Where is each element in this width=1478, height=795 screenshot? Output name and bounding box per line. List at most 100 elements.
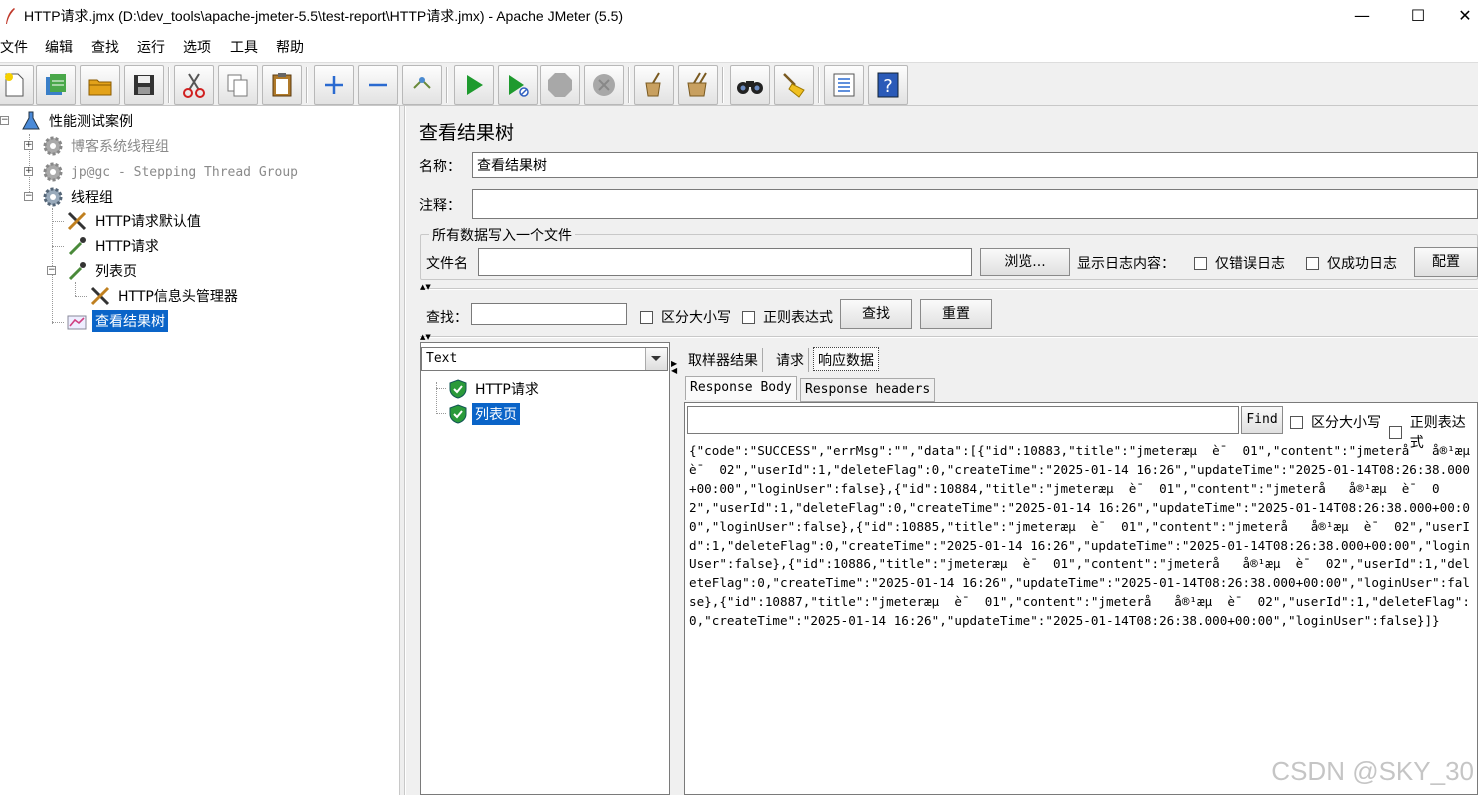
tree-node-list-page[interactable]: 列表页 (66, 260, 140, 282)
title-bar: HTTP请求.jmx (D:\dev_tools\apache-jmeter-5… (0, 0, 1478, 32)
expand-all-button[interactable] (314, 65, 354, 105)
start-button[interactable] (454, 65, 494, 105)
menu-search[interactable]: 查找 (91, 37, 119, 57)
menu-file[interactable]: 文件 (0, 37, 28, 57)
comment-input[interactable] (472, 189, 1478, 219)
new-icon (5, 73, 24, 97)
errors-only-checkbox[interactable]: 仅错误日志 (1194, 253, 1285, 273)
chevron-down-icon[interactable] (645, 348, 667, 370)
toolbar-separator (818, 67, 820, 103)
menu-run[interactable]: 运行 (137, 37, 165, 57)
renderer-select[interactable]: Text (421, 347, 668, 371)
start-no-pause-icon (509, 75, 529, 97)
tab-response-headers[interactable]: Response headers (800, 378, 936, 402)
expand-toggle[interactable]: + (24, 141, 33, 150)
shutdown-button[interactable] (584, 65, 624, 105)
tree-connector (75, 296, 87, 297)
filename-input[interactable] (478, 248, 972, 276)
search-regex-checkbox[interactable]: 正则表达式 (742, 307, 833, 327)
stop-icon (548, 73, 572, 97)
name-input[interactable]: 查看结果树 (472, 152, 1478, 178)
tree-node-stepping-thread-group[interactable]: jp@gc - Stepping Thread Group (42, 161, 301, 183)
tab-request[interactable]: 请求 (772, 348, 809, 372)
menu-help[interactable]: 帮助 (276, 37, 304, 57)
panel-title: 查看结果树 (419, 122, 515, 144)
find-input[interactable] (687, 406, 1239, 434)
tree-node-thread-group[interactable]: 线程组 (42, 186, 116, 208)
window-title: HTTP请求.jmx (D:\dev_tools\apache-jmeter-5… (24, 8, 624, 24)
open-icon (88, 79, 112, 96)
expand-toggle[interactable]: + (24, 167, 33, 176)
browse-button[interactable]: 浏览... (980, 248, 1070, 276)
collapse-arrows-icon[interactable]: ▲▼ (420, 334, 431, 341)
collapse-arrows-icon[interactable]: ▲▼ (420, 284, 431, 291)
tree-node-view-results-tree[interactable]: 查看结果树 (66, 310, 168, 332)
tree-node-blog-thread-group[interactable]: 博客系统线程组 (42, 135, 172, 157)
menu-options[interactable]: 选项 (183, 37, 211, 57)
tree-node-test-plan[interactable]: 性能测试案例 (20, 110, 136, 132)
reset-search-button[interactable] (774, 65, 814, 105)
tree-node-http-request[interactable]: HTTP请求 (66, 235, 162, 257)
function-helper-button[interactable] (824, 65, 864, 105)
horizontal-divider (420, 336, 1478, 338)
success-only-checkbox[interactable]: 仅成功日志 (1306, 253, 1397, 273)
pipette-icon (68, 262, 86, 281)
toolbar-separator (628, 67, 630, 103)
tree-connector (52, 221, 64, 222)
comment-label: 注释： (419, 198, 461, 214)
tree-connector (436, 388, 446, 389)
tree-node-header-manager[interactable]: HTTP信息头管理器 (89, 285, 241, 307)
tree-node-http-defaults[interactable]: HTTP请求默认值 (66, 210, 204, 232)
toolbar-separator (168, 67, 170, 103)
search-input[interactable] (471, 303, 627, 325)
paste-button[interactable] (262, 65, 302, 105)
tab-response-body[interactable]: Response Body (685, 376, 797, 400)
save-button[interactable] (124, 65, 164, 105)
collapse-all-button[interactable] (358, 65, 398, 105)
find-button[interactable]: Find (1241, 406, 1283, 434)
stop-button[interactable] (540, 65, 580, 105)
gear-icon (43, 187, 63, 207)
templates-button[interactable] (36, 65, 76, 105)
copy-icon (227, 74, 248, 97)
copy-button[interactable] (218, 65, 258, 105)
wrench-screwdriver-icon (90, 286, 110, 306)
open-button[interactable] (80, 65, 120, 105)
collapse-toggle[interactable]: − (0, 116, 9, 125)
help-button[interactable]: ? (868, 65, 908, 105)
menu-edit[interactable]: 编辑 (45, 37, 73, 57)
tab-sampler-result[interactable]: 取样器结果 (684, 348, 763, 372)
close-button[interactable]: ✕ (1452, 4, 1478, 28)
configure-button[interactable]: 配置 (1414, 247, 1478, 277)
collapse-toggle[interactable]: − (47, 266, 56, 275)
checkbox-box (742, 310, 755, 324)
toggle-button[interactable] (402, 65, 442, 105)
search-case-checkbox[interactable]: 区分大小写 (640, 307, 731, 327)
clear-button[interactable] (634, 65, 674, 105)
start-no-pause-button[interactable] (498, 65, 538, 105)
split-arrow-icon[interactable]: ▶ ◀ (671, 360, 677, 375)
sample-http-request[interactable]: HTTP请求 (448, 378, 542, 400)
collapse-toggle[interactable]: − (24, 192, 33, 201)
minimize-button[interactable]: — (1342, 4, 1382, 28)
toolbar-separator (722, 67, 724, 103)
maximize-button[interactable]: ☐ (1398, 4, 1438, 28)
gear-icon (43, 136, 63, 156)
reset-button[interactable]: 重置 (920, 299, 992, 329)
broom-icon (783, 73, 805, 98)
cut-button[interactable] (174, 65, 214, 105)
search-button-panel[interactable]: 查找 (840, 299, 912, 329)
tab-response-data[interactable]: 响应数据 (813, 347, 879, 371)
vertical-splitter[interactable] (400, 106, 405, 795)
search-button[interactable] (730, 65, 770, 105)
templates-icon (46, 74, 66, 95)
clear-all-button[interactable] (678, 65, 718, 105)
find-case-checkbox[interactable]: 区分大小写 (1290, 412, 1381, 432)
wrench-screwdriver-icon (67, 211, 87, 231)
menu-tools[interactable]: 工具 (230, 37, 258, 57)
response-body-text[interactable]: {"code":"SUCCESS","errMsg":"","data":[{"… (689, 442, 1475, 631)
tree-connector (52, 246, 64, 247)
new-button[interactable] (0, 65, 34, 105)
sample-list-page[interactable]: 列表页 (448, 403, 520, 425)
list-icon (833, 73, 855, 97)
